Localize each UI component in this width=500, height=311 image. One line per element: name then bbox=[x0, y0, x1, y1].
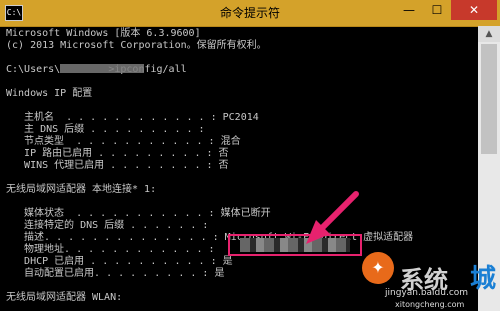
watermark-url-secondary: xitongcheng.com bbox=[395, 300, 465, 309]
console-line: 节点类型 . . . . . . . . . . . : 混合 bbox=[6, 136, 241, 147]
console-line: 自动配置已启用. . . . . . . . . : 是 bbox=[6, 268, 225, 279]
command-prompt-window: C:\ 命令提示符 — ☐ ✕ Microsoft Windows [版本 6.… bbox=[0, 0, 500, 311]
maximize-button[interactable]: ☐ bbox=[423, 0, 451, 20]
console-line: 主机名 . . . . . . . . . . . . : PC2014 bbox=[6, 112, 259, 123]
title-bar[interactable]: C:\ 命令提示符 — ☐ ✕ bbox=[0, 0, 500, 27]
close-button[interactable]: ✕ bbox=[451, 0, 497, 20]
redacted-username bbox=[60, 64, 144, 73]
console-line: 无线局域网适配器 WLAN: bbox=[6, 292, 123, 303]
console-line: WINS 代理已启用 . . . . . . . . : 否 bbox=[6, 160, 229, 171]
console-line: 媒体状态 . . . . . . . . . . . : 媒体已断开 bbox=[6, 208, 271, 219]
console-line: DHCP 已启用 . . . . . . . . . . : 是 bbox=[6, 256, 233, 267]
console-line: 主 DNS 后缀 . . . . . . . . . : bbox=[6, 124, 205, 135]
console-line: (c) 2013 Microsoft Corporation。保留所有权利。 bbox=[6, 40, 267, 51]
console-line: 连接特定的 DNS 后缀 . . . . . . : bbox=[6, 220, 209, 231]
watermark-url: jingyan.baidu.com bbox=[385, 288, 469, 298]
watermark-logo-icon: ✦ bbox=[362, 252, 394, 284]
highlight-box bbox=[228, 234, 362, 256]
minimize-button[interactable]: — bbox=[395, 0, 423, 20]
console-line: Windows IP 配置 bbox=[6, 88, 93, 99]
console-line: IP 路由已启用 . . . . . . . . . : 否 bbox=[6, 148, 229, 159]
console-line: Microsoft Windows [版本 6.3.9600] bbox=[6, 28, 201, 39]
scroll-up-arrow-icon[interactable]: ▲ bbox=[478, 26, 500, 42]
scrollbar-thumb[interactable] bbox=[481, 44, 497, 154]
console-line: 无线局域网适配器 本地连接* 1: bbox=[6, 184, 157, 195]
watermark-brand-char: 城 bbox=[470, 264, 497, 294]
console-line: 物理地址. . . . . . . . . . . . : bbox=[6, 244, 215, 255]
